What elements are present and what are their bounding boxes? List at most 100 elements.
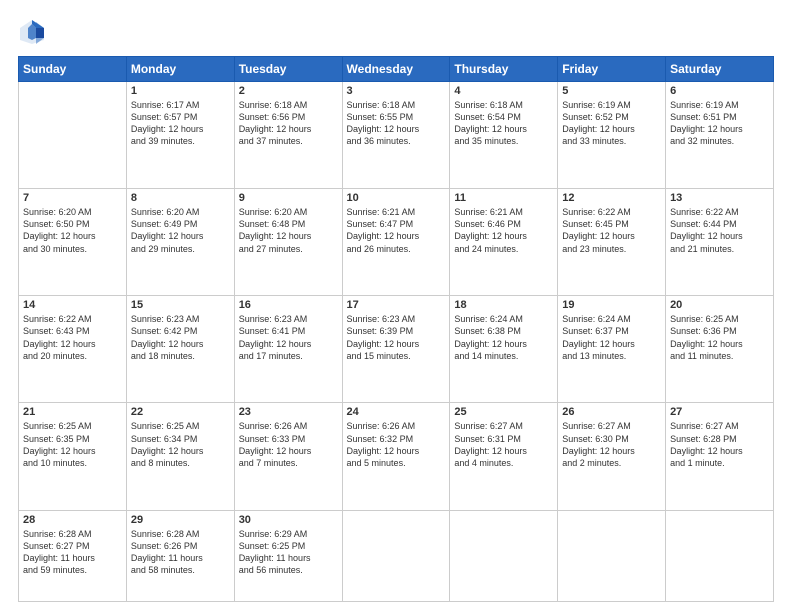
calendar-cell: 17 Sunrise: 6:23 AM Sunset: 6:39 PM Dayli…	[342, 296, 450, 403]
day-number: 26	[562, 406, 661, 418]
calendar-cell: 25 Sunrise: 6:27 AM Sunset: 6:31 PM Dayli…	[450, 403, 558, 510]
day-number: 12	[562, 192, 661, 204]
day-number: 18	[454, 299, 553, 311]
header	[18, 18, 774, 46]
calendar-cell: 14 Sunrise: 6:22 AM Sunset: 6:43 PM Dayli…	[19, 296, 127, 403]
day-info: Sunrise: 6:25 AM Sunset: 6:34 PM Dayligh…	[131, 420, 230, 469]
day-number: 15	[131, 299, 230, 311]
calendar-cell: 1 Sunrise: 6:17 AM Sunset: 6:57 PM Daylig…	[126, 82, 234, 189]
calendar-cell: 26 Sunrise: 6:27 AM Sunset: 6:30 PM Dayli…	[558, 403, 666, 510]
day-info: Sunrise: 6:24 AM Sunset: 6:38 PM Dayligh…	[454, 313, 553, 362]
day-info: Sunrise: 6:17 AM Sunset: 6:57 PM Dayligh…	[131, 99, 230, 148]
day-info: Sunrise: 6:25 AM Sunset: 6:35 PM Dayligh…	[23, 420, 122, 469]
day-number: 14	[23, 299, 122, 311]
day-info: Sunrise: 6:21 AM Sunset: 6:46 PM Dayligh…	[454, 206, 553, 255]
calendar-cell	[666, 510, 774, 602]
calendar-cell: 10Sunrise: 6:21 AM Sunset: 6:47 PM Dayli…	[342, 189, 450, 296]
day-info: Sunrise: 6:23 AM Sunset: 6:39 PM Dayligh…	[347, 313, 446, 362]
day-info: Sunrise: 6:23 AM Sunset: 6:42 PM Dayligh…	[131, 313, 230, 362]
calendar-week-row: 28 Sunrise: 6:28 AM Sunset: 6:27 PM Dayli…	[19, 510, 774, 602]
calendar-table: SundayMondayTuesdayWednesdayThursdayFrid…	[18, 56, 774, 602]
day-number: 27	[670, 406, 769, 418]
calendar-cell: 4 Sunrise: 6:18 AM Sunset: 6:54 PM Daylig…	[450, 82, 558, 189]
calendar-cell: 24 Sunrise: 6:26 AM Sunset: 6:32 PM Dayli…	[342, 403, 450, 510]
day-number: 19	[562, 299, 661, 311]
calendar-cell: 19 Sunrise: 6:24 AM Sunset: 6:37 PM Dayli…	[558, 296, 666, 403]
logo-icon	[18, 18, 46, 46]
day-number: 25	[454, 406, 553, 418]
day-number: 29	[131, 514, 230, 526]
weekday-header: Sunday	[19, 57, 127, 82]
calendar-week-row: 1 Sunrise: 6:17 AM Sunset: 6:57 PM Daylig…	[19, 82, 774, 189]
calendar-week-row: 21 Sunrise: 6:25 AM Sunset: 6:35 PM Dayli…	[19, 403, 774, 510]
day-info: Sunrise: 6:23 AM Sunset: 6:41 PM Dayligh…	[239, 313, 338, 362]
weekday-header: Saturday	[666, 57, 774, 82]
day-info: Sunrise: 6:22 AM Sunset: 6:43 PM Dayligh…	[23, 313, 122, 362]
calendar-cell: 22 Sunrise: 6:25 AM Sunset: 6:34 PM Dayli…	[126, 403, 234, 510]
day-info: Sunrise: 6:25 AM Sunset: 6:36 PM Dayligh…	[670, 313, 769, 362]
day-info: Sunrise: 6:27 AM Sunset: 6:30 PM Dayligh…	[562, 420, 661, 469]
day-number: 16	[239, 299, 338, 311]
day-number: 17	[347, 299, 446, 311]
day-number: 21	[23, 406, 122, 418]
day-number: 22	[131, 406, 230, 418]
day-number: 24	[347, 406, 446, 418]
calendar-cell: 3 Sunrise: 6:18 AM Sunset: 6:55 PM Daylig…	[342, 82, 450, 189]
day-info: Sunrise: 6:26 AM Sunset: 6:33 PM Dayligh…	[239, 420, 338, 469]
day-info: Sunrise: 6:18 AM Sunset: 6:54 PM Dayligh…	[454, 99, 553, 148]
day-number: 3	[347, 85, 446, 97]
day-info: Sunrise: 6:21 AM Sunset: 6:47 PM Dayligh…	[347, 206, 446, 255]
day-info: Sunrise: 6:20 AM Sunset: 6:49 PM Dayligh…	[131, 206, 230, 255]
calendar-cell: 29 Sunrise: 6:28 AM Sunset: 6:26 PM Dayli…	[126, 510, 234, 602]
calendar-cell: 6 Sunrise: 6:19 AM Sunset: 6:51 PM Daylig…	[666, 82, 774, 189]
calendar-cell: 8 Sunrise: 6:20 AM Sunset: 6:49 PM Daylig…	[126, 189, 234, 296]
day-number: 30	[239, 514, 338, 526]
weekday-header: Friday	[558, 57, 666, 82]
day-info: Sunrise: 6:22 AM Sunset: 6:44 PM Dayligh…	[670, 206, 769, 255]
calendar-cell: 28 Sunrise: 6:28 AM Sunset: 6:27 PM Dayli…	[19, 510, 127, 602]
calendar-week-row: 7 Sunrise: 6:20 AM Sunset: 6:50 PM Daylig…	[19, 189, 774, 296]
calendar-cell	[450, 510, 558, 602]
day-info: Sunrise: 6:26 AM Sunset: 6:32 PM Dayligh…	[347, 420, 446, 469]
calendar-cell: 11 Sunrise: 6:21 AM Sunset: 6:46 PM Dayli…	[450, 189, 558, 296]
page: SundayMondayTuesdayWednesdayThursdayFrid…	[0, 0, 792, 612]
day-number: 6	[670, 85, 769, 97]
calendar-cell: 13Sunrise: 6:22 AM Sunset: 6:44 PM Dayli…	[666, 189, 774, 296]
day-info: Sunrise: 6:18 AM Sunset: 6:55 PM Dayligh…	[347, 99, 446, 148]
day-info: Sunrise: 6:29 AM Sunset: 6:25 PM Dayligh…	[239, 528, 338, 577]
day-info: Sunrise: 6:22 AM Sunset: 6:45 PM Dayligh…	[562, 206, 661, 255]
day-info: Sunrise: 6:27 AM Sunset: 6:31 PM Dayligh…	[454, 420, 553, 469]
calendar-cell: 9 Sunrise: 6:20 AM Sunset: 6:48 PM Daylig…	[234, 189, 342, 296]
weekday-header: Thursday	[450, 57, 558, 82]
calendar-cell: 7 Sunrise: 6:20 AM Sunset: 6:50 PM Daylig…	[19, 189, 127, 296]
day-info: Sunrise: 6:20 AM Sunset: 6:48 PM Dayligh…	[239, 206, 338, 255]
day-number: 2	[239, 85, 338, 97]
calendar-cell: 23 Sunrise: 6:26 AM Sunset: 6:33 PM Dayli…	[234, 403, 342, 510]
day-number: 9	[239, 192, 338, 204]
day-info: Sunrise: 6:20 AM Sunset: 6:50 PM Dayligh…	[23, 206, 122, 255]
calendar-cell: 30 Sunrise: 6:29 AM Sunset: 6:25 PM Dayli…	[234, 510, 342, 602]
day-number: 7	[23, 192, 122, 204]
day-number: 23	[239, 406, 338, 418]
day-info: Sunrise: 6:19 AM Sunset: 6:51 PM Dayligh…	[670, 99, 769, 148]
calendar-week-row: 14 Sunrise: 6:22 AM Sunset: 6:43 PM Dayli…	[19, 296, 774, 403]
calendar-cell	[19, 82, 127, 189]
day-number: 5	[562, 85, 661, 97]
day-info: Sunrise: 6:28 AM Sunset: 6:26 PM Dayligh…	[131, 528, 230, 577]
calendar-cell: 16 Sunrise: 6:23 AM Sunset: 6:41 PM Dayli…	[234, 296, 342, 403]
day-info: Sunrise: 6:19 AM Sunset: 6:52 PM Dayligh…	[562, 99, 661, 148]
calendar-cell: 21 Sunrise: 6:25 AM Sunset: 6:35 PM Dayli…	[19, 403, 127, 510]
day-number: 8	[131, 192, 230, 204]
calendar-cell: 5 Sunrise: 6:19 AM Sunset: 6:52 PM Daylig…	[558, 82, 666, 189]
weekday-header: Monday	[126, 57, 234, 82]
day-info: Sunrise: 6:28 AM Sunset: 6:27 PM Dayligh…	[23, 528, 122, 577]
day-number: 28	[23, 514, 122, 526]
calendar-cell: 15 Sunrise: 6:23 AM Sunset: 6:42 PM Dayli…	[126, 296, 234, 403]
day-number: 11	[454, 192, 553, 204]
weekday-header: Wednesday	[342, 57, 450, 82]
day-number: 4	[454, 85, 553, 97]
day-info: Sunrise: 6:24 AM Sunset: 6:37 PM Dayligh…	[562, 313, 661, 362]
day-number: 1	[131, 85, 230, 97]
day-number: 20	[670, 299, 769, 311]
calendar-cell	[558, 510, 666, 602]
